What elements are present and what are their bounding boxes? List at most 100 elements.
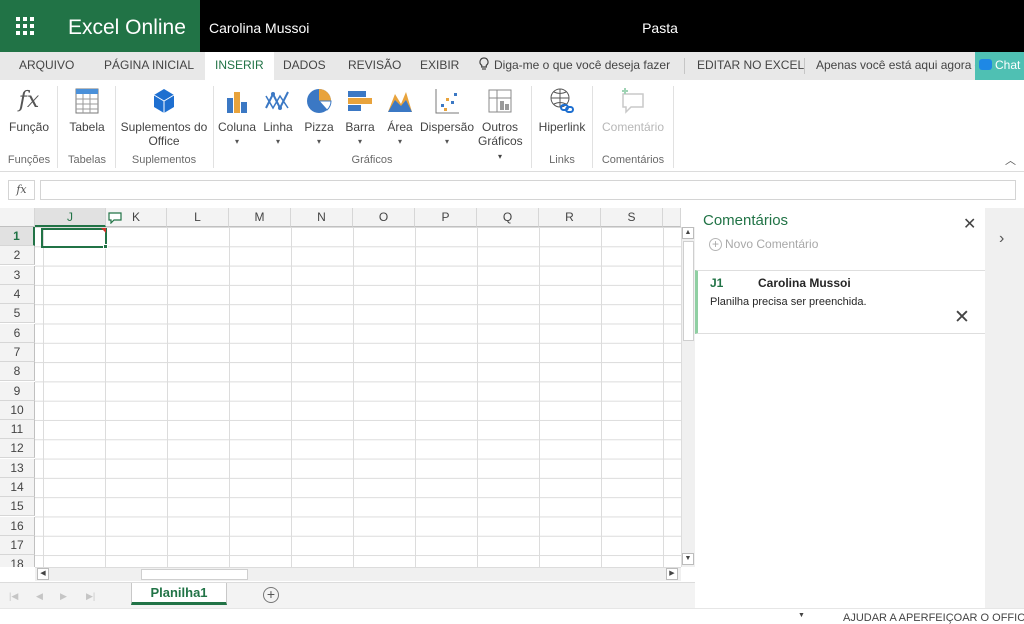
column-header-j[interactable]: J [35,208,106,227]
tab-revisao[interactable]: REVISÃO [348,52,401,80]
row-header-2[interactable]: 2 [0,246,35,265]
column-header-s[interactable]: S [601,208,663,227]
tab-separator [684,58,685,74]
row-header-4[interactable]: 4 [0,285,35,304]
app-launcher-button[interactable] [0,0,50,52]
waffle-icon [16,17,34,35]
row-header-5[interactable]: 5 [0,304,35,323]
scroll-down-icon[interactable]: ▼ [682,553,694,565]
group-label-graficos: Gráficos [351,154,393,166]
comment-card[interactable]: J1 Carolina Mussoi Planilha precisa ser … [695,270,985,334]
chevron-down-icon: ▾ [234,137,239,146]
tab-dados[interactable]: DADOS [283,52,326,80]
row-header-7[interactable]: 7 [0,343,35,362]
column-header-n[interactable]: N [291,208,353,227]
document-name[interactable]: Pasta [620,0,700,52]
row-header-6[interactable]: 6 [0,324,35,343]
column-header-q[interactable]: Q [477,208,539,227]
prev-sheet-icon[interactable]: ◀ [36,591,43,602]
scroll-right-icon[interactable]: ▶ [666,568,678,580]
selected-cell-j1[interactable] [41,228,108,249]
scroll-left-icon[interactable]: ◀ [37,568,49,580]
horizontal-scrollbar[interactable]: ◀ ▶ [35,567,681,581]
grid-line [105,227,106,567]
lightbulb-icon [479,57,489,70]
comment-indicator[interactable] [101,228,106,233]
tab-pagina-inicial[interactable]: PÁGINA INICIAL [104,52,194,80]
bar-chart-button[interactable]: Barra ▾ [340,80,380,154]
column-header-o[interactable]: O [353,208,415,227]
delete-comment-icon[interactable]: ✕ [954,308,970,328]
add-sheet-icon[interactable]: + [263,587,279,603]
row-header-14[interactable]: 14 [0,478,35,497]
chevron-down-icon[interactable]: ▼ [798,612,805,619]
row-header-17[interactable]: 17 [0,536,35,555]
fill-handle[interactable] [103,244,108,249]
row-header-18[interactable]: 18 [0,555,35,567]
chevron-down-icon: ▾ [397,137,402,146]
column-header-p[interactable]: P [415,208,477,227]
pie-chart-button[interactable]: Pizza ▾ [299,80,339,154]
scatter-chart-button[interactable]: Dispersão ▾ [420,80,474,154]
comment-cell-ref[interactable]: J1 [710,276,723,290]
sheet-tab-planilha1[interactable]: Planilha1 [131,583,227,605]
cell-grid[interactable] [35,227,681,567]
column-chart-icon [227,92,247,113]
row-header-3[interactable]: 3 [0,266,35,285]
first-sheet-icon[interactable]: |◀ [9,591,18,602]
comment-bubble-icon[interactable] [108,212,122,224]
row-header-1[interactable]: 1 [0,227,35,246]
chat-button[interactable]: Chat [975,52,1024,80]
group-separator [115,86,116,168]
horizontal-scroll-thumb[interactable] [141,569,248,580]
comment-label: Comentário [601,120,665,134]
vertical-scrollbar[interactable]: ▲ ▼ [681,227,695,567]
tab-inserir[interactable]: INSERIR [205,52,274,80]
row-header-10[interactable]: 10 [0,401,35,420]
line-label: Linha [263,120,293,134]
edit-in-excel-button[interactable]: EDITAR NO EXCEL [697,52,804,80]
vertical-scroll-thumb[interactable] [683,241,694,341]
row-header-16[interactable]: 16 [0,517,35,536]
new-comment-ribbon-button[interactable]: Comentário [598,80,668,154]
tell-me-box[interactable]: Diga-me o que você deseja fazer [478,52,670,80]
app-name[interactable]: Excel Online [50,0,200,52]
row-header-8[interactable]: 8 [0,362,35,381]
user-name[interactable]: Carolina Mussoi [209,0,309,52]
row-header-11[interactable]: 11 [0,420,35,439]
last-sheet-icon[interactable]: ▶| [86,591,95,602]
group-separator [673,86,674,168]
scroll-up-icon[interactable]: ▲ [682,227,694,239]
other-charts-button[interactable]: Outros Gráficos ▾ [474,80,526,161]
hyperlink-button[interactable]: Hiperlink [537,80,587,154]
help-improve-office-link[interactable]: AJUDAR A APERFEIÇOAR O OFFICE [843,612,1024,624]
area-chart-icon [388,92,412,112]
column-chart-button[interactable]: Coluna ▾ [217,80,257,154]
row-header-12[interactable]: 12 [0,439,35,458]
tab-exibir[interactable]: EXIBIR [420,52,459,80]
row-header-13[interactable]: 13 [0,459,35,478]
other-charts-icon [488,89,512,113]
column-header-l[interactable]: L [167,208,229,227]
tab-arquivo[interactable]: ARQUIVO [19,52,74,80]
column-header-partial[interactable] [663,208,681,227]
insert-table-button[interactable]: Tabela [64,80,110,154]
collapse-ribbon-chevron-up-icon[interactable]: ︿ [1005,152,1016,168]
column-header-r[interactable]: R [539,208,601,227]
column-header-m[interactable]: M [229,208,291,227]
select-all-corner[interactable] [0,208,35,227]
row-header-9[interactable]: 9 [0,382,35,401]
row-header-15[interactable]: 15 [0,497,35,516]
line-chart-button[interactable]: Linha ▾ [258,80,298,154]
next-sheet-icon[interactable]: ▶ [60,591,67,602]
area-chart-button[interactable]: Área ▾ [380,80,420,154]
formula-input[interactable] [40,180,1016,200]
fx-icon[interactable]: fx [8,180,35,200]
chevron-right-icon[interactable]: › [999,230,1004,248]
office-addins-button[interactable]: Suplementos do Office [118,80,210,154]
close-icon[interactable]: ✕ [963,214,976,234]
insert-function-button[interactable]: fx Função [6,80,52,154]
chevron-down-icon: ▾ [275,137,280,146]
presence-dropdown[interactable]: Apenas você está aqui agora ▾ [816,52,978,80]
new-comment-button[interactable]: + Novo Comentário [709,237,818,251]
